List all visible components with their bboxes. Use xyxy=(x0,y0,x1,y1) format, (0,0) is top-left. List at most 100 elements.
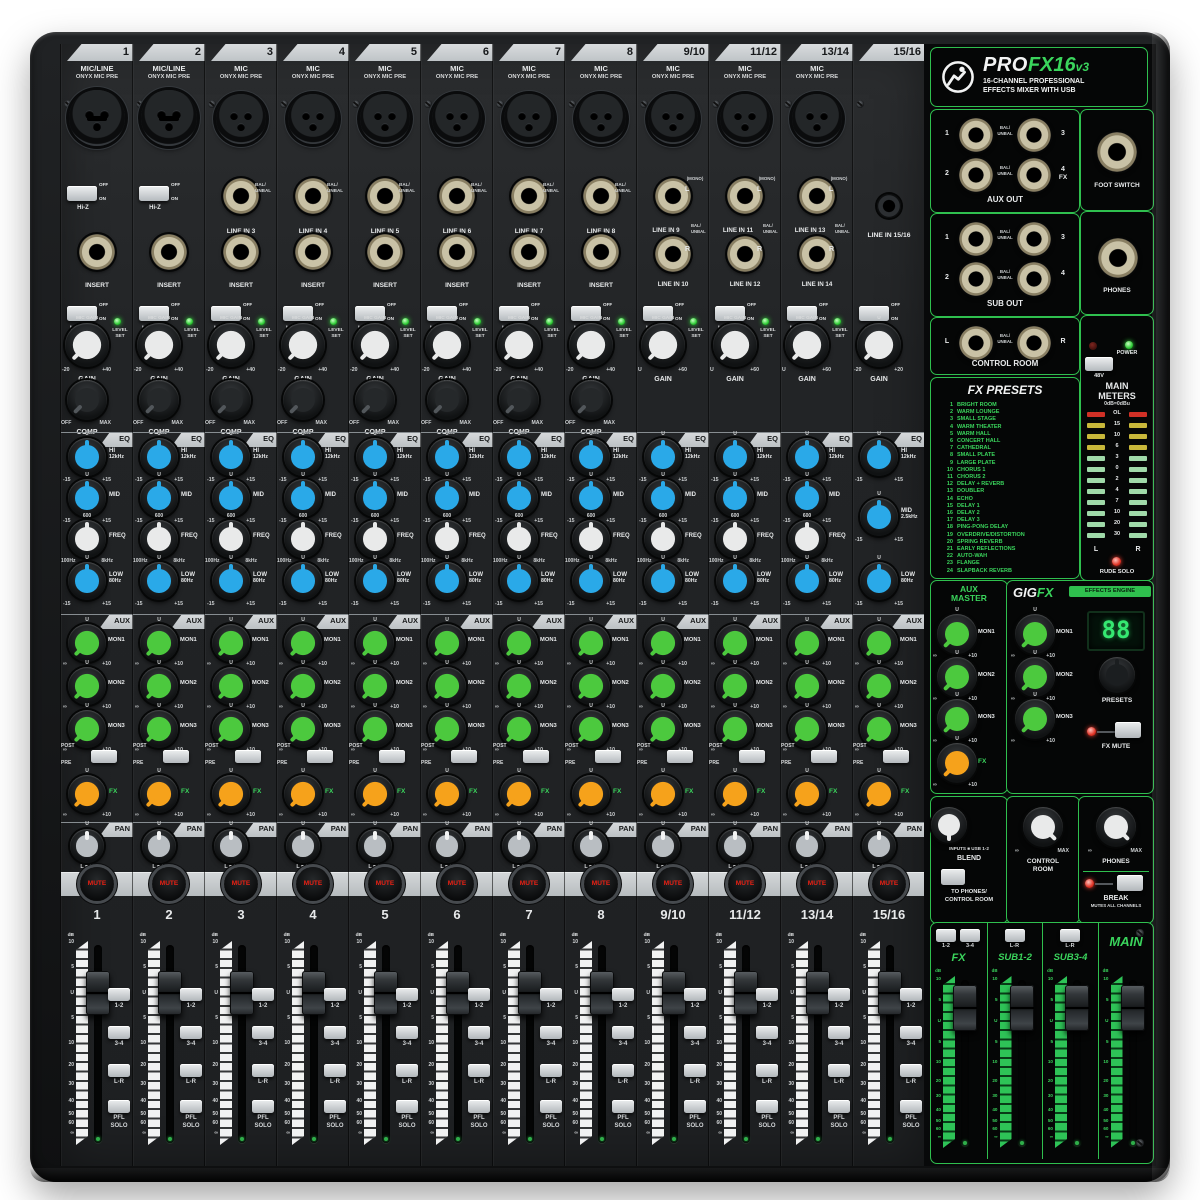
insert-jack[interactable] xyxy=(223,234,259,270)
line-right-jack[interactable] xyxy=(655,236,691,272)
eq-freq-knob[interactable] xyxy=(212,520,250,558)
pfl-solo-button[interactable] xyxy=(684,1100,706,1113)
insert-jack[interactable] xyxy=(151,234,187,270)
eq-hi-knob[interactable] xyxy=(284,438,322,476)
eq-freq-knob[interactable] xyxy=(788,520,826,558)
aux-master-mon2-knob[interactable] xyxy=(937,657,977,697)
pre-post-switch[interactable] xyxy=(163,750,189,763)
line-right-jack[interactable] xyxy=(799,236,835,272)
pre-post-switch[interactable] xyxy=(235,750,261,763)
aux-mon2-knob[interactable] xyxy=(500,667,538,705)
eq-hi-knob[interactable] xyxy=(356,438,394,476)
eq-freq-knob[interactable] xyxy=(356,520,394,558)
comp-knob[interactable] xyxy=(139,380,179,420)
aux-out-jack-1[interactable] xyxy=(959,118,993,152)
hi-z-switch[interactable] xyxy=(139,186,169,201)
comp-knob[interactable] xyxy=(427,380,467,420)
pfl-solo-button[interactable] xyxy=(108,1100,130,1113)
pre-post-switch[interactable] xyxy=(307,750,333,763)
control-room-jack-r[interactable] xyxy=(1017,326,1051,360)
aux-fx-knob[interactable] xyxy=(860,775,898,813)
mute-button[interactable]: MUTE xyxy=(512,867,546,901)
aux-out-jack-4[interactable] xyxy=(1017,158,1051,192)
pre-post-switch[interactable] xyxy=(883,750,909,763)
pfl-solo-button[interactable] xyxy=(180,1100,202,1113)
assign-1-2-button[interactable] xyxy=(108,988,130,1001)
sub-out-jack-1[interactable] xyxy=(959,222,993,256)
aux-fx-knob[interactable] xyxy=(212,775,250,813)
line-input-jack[interactable] xyxy=(223,178,259,214)
assign-1-2-button[interactable] xyxy=(900,988,922,1001)
mute-button[interactable]: MUTE xyxy=(800,867,834,901)
fx-mute-button[interactable] xyxy=(1115,722,1141,738)
aux-fx-knob[interactable] xyxy=(356,775,394,813)
pan-knob[interactable] xyxy=(142,829,176,863)
aux-mon1-knob[interactable] xyxy=(572,624,610,662)
aux-mon2-knob[interactable] xyxy=(788,667,826,705)
eq-hi-knob[interactable] xyxy=(860,438,898,476)
assign-3-4-button[interactable] xyxy=(108,1026,130,1039)
aux-mon1-knob[interactable] xyxy=(500,624,538,662)
eq-mid-knob[interactable] xyxy=(500,479,538,517)
aux-mon2-knob[interactable] xyxy=(212,667,250,705)
assign-lr-button[interactable] xyxy=(108,1064,130,1077)
aux-master-fx-knob[interactable] xyxy=(937,743,977,783)
eq-mid-knob[interactable] xyxy=(284,479,322,517)
eq-low-knob[interactable] xyxy=(716,562,754,600)
assign-3-4-button[interactable] xyxy=(324,1026,346,1039)
pfl-solo-button[interactable] xyxy=(756,1100,778,1113)
combo-input-jack[interactable] xyxy=(69,90,125,146)
assign-1-2-button[interactable] xyxy=(252,988,274,1001)
gain-knob[interactable] xyxy=(497,323,541,367)
pfl-solo-button[interactable] xyxy=(900,1100,922,1113)
assign-lr-button[interactable] xyxy=(468,1064,490,1077)
xlr-mic-jack[interactable] xyxy=(360,94,410,144)
line-input-jack[interactable] xyxy=(367,178,403,214)
combo-input-jack[interactable] xyxy=(141,90,197,146)
xlr-mic-jack[interactable] xyxy=(720,94,770,144)
eq-low-knob[interactable] xyxy=(644,562,682,600)
pre-post-switch[interactable] xyxy=(595,750,621,763)
xlr-mic-jack[interactable] xyxy=(216,94,266,144)
line-input-jack[interactable] xyxy=(295,178,331,214)
comp-knob[interactable] xyxy=(571,380,611,420)
mute-button[interactable]: MUTE xyxy=(368,867,402,901)
eq-hi-knob[interactable] xyxy=(68,438,106,476)
assign-lr-button[interactable] xyxy=(540,1064,562,1077)
mute-button[interactable]: MUTE xyxy=(296,867,330,901)
master-fader[interactable] xyxy=(1121,985,1145,1031)
aux-mon2-knob[interactable] xyxy=(716,667,754,705)
assign-3-4-button[interactable] xyxy=(468,1026,490,1039)
assign-3-4-button[interactable] xyxy=(684,1026,706,1039)
pan-knob[interactable] xyxy=(790,829,824,863)
comp-knob[interactable] xyxy=(499,380,539,420)
gigfx-mon2-knob[interactable] xyxy=(1015,657,1055,697)
control-room-knob[interactable] xyxy=(1023,807,1063,847)
eq-mid-knob[interactable] xyxy=(428,479,466,517)
aux-fx-knob[interactable] xyxy=(500,775,538,813)
comp-knob[interactable] xyxy=(211,380,251,420)
comp-knob[interactable] xyxy=(355,380,395,420)
eq-mid-knob[interactable] xyxy=(140,479,178,517)
eq-hi-knob[interactable] xyxy=(572,438,610,476)
assign-lr-button[interactable] xyxy=(396,1064,418,1077)
assign-lr-button[interactable] xyxy=(252,1064,274,1077)
eq-hi-knob[interactable] xyxy=(716,438,754,476)
gain-knob[interactable] xyxy=(425,323,469,367)
sub-out-jack-2[interactable] xyxy=(959,262,993,296)
aux-mon1-knob[interactable] xyxy=(212,624,250,662)
mute-button[interactable]: MUTE xyxy=(584,867,618,901)
phones-knob[interactable] xyxy=(1096,807,1136,847)
mute-button[interactable]: MUTE xyxy=(224,867,258,901)
xlr-mic-jack[interactable] xyxy=(576,94,626,144)
gain-knob[interactable] xyxy=(65,323,109,367)
xlr-mic-jack[interactable] xyxy=(288,94,338,144)
aux-mon1-knob[interactable] xyxy=(140,624,178,662)
mute-button[interactable]: MUTE xyxy=(80,867,114,901)
gain-knob[interactable] xyxy=(353,323,397,367)
line-left-jack[interactable] xyxy=(727,178,763,214)
gain-knob[interactable] xyxy=(713,323,757,367)
eq-low-knob[interactable] xyxy=(212,562,250,600)
sub-out-jack-4[interactable] xyxy=(1017,262,1051,296)
pfl-solo-button[interactable] xyxy=(396,1100,418,1113)
